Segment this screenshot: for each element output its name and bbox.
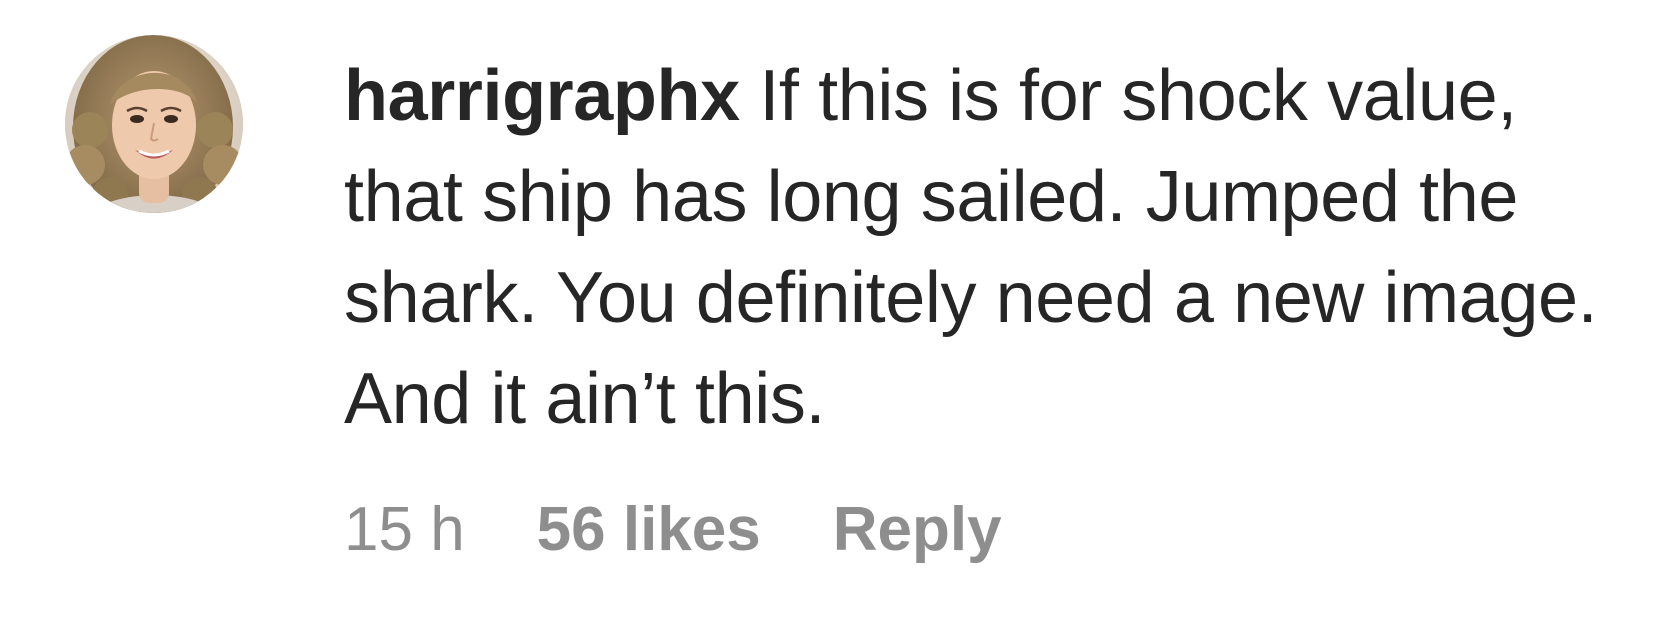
comment-text-block: harrigraphx If this is for shock value, … <box>344 46 1634 450</box>
comment-meta: 15 h 56 likes Reply <box>344 490 1634 570</box>
username-link[interactable]: harrigraphx <box>344 56 740 136</box>
likes-count[interactable]: 56 likes <box>537 490 761 570</box>
reply-button[interactable]: Reply <box>833 490 1002 570</box>
comment-body: harrigraphx If this is for shock value, … <box>344 46 1634 570</box>
timestamp[interactable]: 15 h <box>344 490 465 570</box>
avatar-photo <box>65 35 243 213</box>
avatar[interactable] <box>65 35 243 213</box>
comment-item: harrigraphx If this is for shock value, … <box>0 0 1680 638</box>
